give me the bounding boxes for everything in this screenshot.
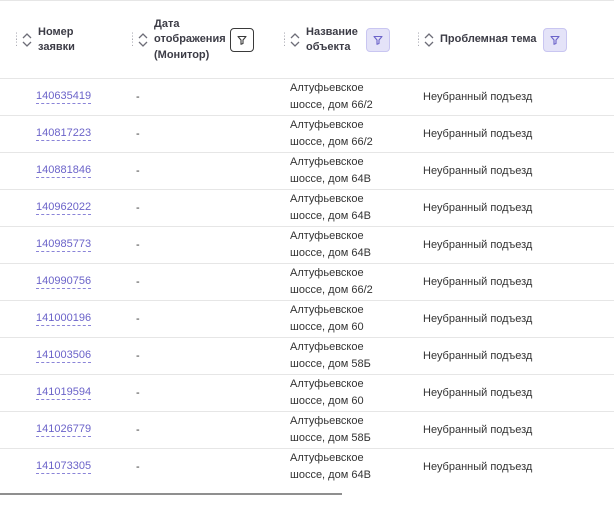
filter-button-object-name[interactable] — [366, 28, 390, 52]
table-row[interactable]: 140985773 - Алтуфьевское шоссе, дом 64В … — [0, 227, 614, 264]
filter-button-problem-topic[interactable] — [542, 28, 567, 52]
display-date-cell: - — [136, 424, 140, 436]
drag-handle-icon[interactable]: ⋮ ⋮ — [12, 33, 21, 48]
object-name-cell: Алтуфьевское шоссе, дом 64В — [290, 230, 371, 259]
table-row[interactable]: 140990756 - Алтуфьевское шоссе, дом 66/2… — [0, 264, 614, 301]
sort-icon[interactable] — [138, 33, 148, 47]
problem-topic-cell: Неубранный подъезд — [423, 128, 533, 140]
drag-handle-icon[interactable]: ⋮ ⋮ — [414, 33, 423, 48]
display-date-cell: - — [136, 128, 140, 140]
sort-asc-icon[interactable] — [138, 33, 148, 39]
request-number-link[interactable]: 141073305 — [36, 460, 92, 474]
problem-topic-cell: Неубранный подъезд — [423, 276, 533, 288]
problem-topic-cell: Неубранный подъезд — [423, 461, 533, 473]
sort-icon[interactable] — [22, 33, 32, 47]
column-header-problem-topic[interactable]: ⋮ ⋮ Проблемная тема — [414, 1, 567, 79]
request-number-cell: 140962022 — [36, 190, 92, 226]
problem-topic-cell: Неубранный подъезд — [423, 202, 533, 214]
request-number-link[interactable]: 141003506 — [36, 349, 92, 363]
problem-topic-cell: Неубранный подъезд — [423, 91, 533, 103]
request-number-cell: 140990756 — [36, 264, 92, 300]
object-name-cell: Алтуфьевское шоссе, дом 64В — [290, 193, 371, 222]
display-date-cell: - — [136, 461, 140, 473]
request-number-cell: 141073305 — [36, 449, 92, 485]
display-date-cell: - — [136, 387, 140, 399]
sort-icon[interactable] — [290, 33, 300, 47]
filter-icon — [549, 35, 560, 45]
filter-icon — [373, 35, 383, 45]
display-date-cell: - — [136, 165, 140, 177]
request-number-link[interactable]: 140635419 — [36, 90, 92, 104]
column-header-display-date[interactable]: ⋮ ⋮ Дата отображения (Монитор) — [128, 1, 254, 79]
drag-handle-icon[interactable]: ⋮ ⋮ — [280, 33, 289, 48]
table-row[interactable]: 140881846 - Алтуфьевское шоссе, дом 64В … — [0, 153, 614, 190]
display-date-cell: - — [136, 239, 140, 251]
problem-topic-cell: Неубранный подъезд — [423, 239, 533, 251]
problem-topic-cell: Неубранный подъезд — [423, 387, 533, 399]
table-header: ⋮ ⋮ Номер заявки ⋮ ⋮ Дата отображения (Мон… — [0, 0, 614, 79]
request-number-cell: 141019594 — [36, 375, 92, 411]
problem-topic-cell: Неубранный подъезд — [423, 165, 533, 177]
request-number-link[interactable]: 141019594 — [36, 386, 92, 400]
object-name-cell: Алтуфьевское шоссе, дом 58Б — [290, 341, 371, 370]
sort-desc-icon[interactable] — [22, 41, 32, 47]
request-number-cell: 140635419 — [36, 79, 92, 115]
object-name-cell: Алтуфьевское шоссе, дом 58Б — [290, 415, 371, 444]
request-number-link[interactable]: 140817223 — [36, 127, 92, 141]
column-header-object-name[interactable]: ⋮ ⋮ Название объекта — [280, 1, 390, 79]
horizontal-scrollbar[interactable] — [0, 493, 342, 495]
sort-asc-icon[interactable] — [290, 33, 300, 39]
display-date-cell: - — [136, 91, 140, 103]
sort-asc-icon[interactable] — [424, 33, 434, 39]
column-title-display-date: Дата отображения (Монитор) — [154, 17, 226, 61]
request-number-cell: 140985773 — [36, 227, 92, 263]
request-number-cell: 141000196 — [36, 301, 92, 337]
request-number-link[interactable]: 140881846 — [36, 164, 92, 178]
display-date-cell: - — [136, 276, 140, 288]
problem-topic-cell: Неубранный подъезд — [423, 424, 533, 436]
request-number-cell: 141003506 — [36, 338, 92, 374]
column-header-number[interactable]: ⋮ ⋮ Номер заявки — [12, 1, 102, 79]
drag-handle-icon[interactable]: ⋮ ⋮ — [128, 33, 137, 48]
table-row[interactable]: 141019594 - Алтуфьевское шоссе, дом 60 Н… — [0, 375, 614, 412]
table-row[interactable]: 141073305 - Алтуфьевское шоссе, дом 64В … — [0, 449, 614, 486]
sort-desc-icon[interactable] — [290, 41, 300, 47]
sort-icon[interactable] — [424, 33, 434, 47]
object-name-cell: Алтуфьевское шоссе, дом 60 — [290, 378, 364, 407]
problem-topic-cell: Неубранный подъезд — [423, 313, 533, 325]
table-row[interactable]: 141000196 - Алтуфьевское шоссе, дом 60 Н… — [0, 301, 614, 338]
object-name-cell: Алтуфьевское шоссе, дом 66/2 — [290, 267, 373, 296]
column-title-number: Номер заявки — [38, 25, 75, 54]
object-name-cell: Алтуфьевское шоссе, дом 64В — [290, 156, 371, 185]
table-row[interactable]: 140635419 - Алтуфьевское шоссе, дом 66/2… — [0, 79, 614, 116]
table-row[interactable]: 140817223 - Алтуфьевское шоссе, дом 66/2… — [0, 116, 614, 153]
problem-topic-cell: Неубранный подъезд — [423, 350, 533, 362]
object-name-cell: Алтуфьевское шоссе, дом 60 — [290, 304, 364, 333]
column-title-problem-topic: Проблемная тема — [440, 33, 537, 46]
display-date-cell: - — [136, 202, 140, 214]
object-name-cell: Алтуфьевское шоссе, дом 66/2 — [290, 82, 373, 111]
request-number-link[interactable]: 141026779 — [36, 423, 92, 437]
object-name-cell: Алтуфьевское шоссе, дом 66/2 — [290, 119, 373, 148]
display-date-cell: - — [136, 350, 140, 362]
table-row[interactable]: 141026779 - Алтуфьевское шоссе, дом 58Б … — [0, 412, 614, 449]
table-row[interactable]: 141003506 - Алтуфьевское шоссе, дом 58Б … — [0, 338, 614, 375]
request-number-cell: 141026779 — [36, 412, 92, 448]
request-number-link[interactable]: 140990756 — [36, 275, 92, 289]
column-title-object-name: Название объекта — [306, 25, 358, 54]
request-number-cell: 140817223 — [36, 116, 92, 152]
requests-table: ⋮ ⋮ Номер заявки ⋮ ⋮ Дата отображения (Мон… — [0, 0, 614, 512]
display-date-cell: - — [136, 313, 140, 325]
sort-desc-icon[interactable] — [424, 41, 434, 47]
filter-button-display-date[interactable] — [230, 28, 254, 52]
sort-desc-icon[interactable] — [138, 41, 148, 47]
request-number-link[interactable]: 141000196 — [36, 312, 92, 326]
request-number-link[interactable]: 140985773 — [36, 238, 92, 252]
object-name-cell: Алтуфьевское шоссе, дом 64В — [290, 452, 371, 481]
filter-icon — [237, 35, 247, 45]
sort-asc-icon[interactable] — [22, 33, 32, 39]
table-row[interactable]: 140962022 - Алтуфьевское шоссе, дом 64В … — [0, 190, 614, 227]
request-number-link[interactable]: 140962022 — [36, 201, 92, 215]
request-number-cell: 140881846 — [36, 153, 92, 189]
